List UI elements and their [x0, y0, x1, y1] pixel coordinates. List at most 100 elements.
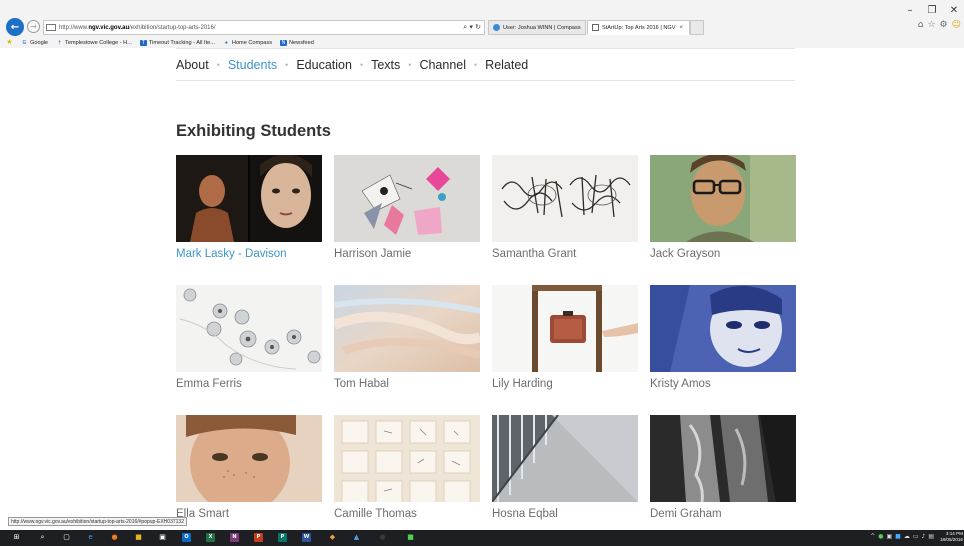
- favorites-star[interactable]: ★: [6, 39, 13, 46]
- student-card-camille-thomas[interactable]: Camille Thomas: [334, 415, 480, 520]
- restore-icon[interactable]: ❐: [926, 6, 938, 16]
- student-name[interactable]: Emma Ferris: [176, 378, 322, 390]
- favorite-google[interactable]: G Google: [21, 40, 49, 46]
- web-page: About • Students • Education • Texts • C…: [0, 48, 964, 530]
- address-search-refresh-icon[interactable]: ⌕ ▾ ↻: [463, 23, 481, 32]
- student-artwork-thumbnail[interactable]: [176, 415, 322, 502]
- nav-about[interactable]: About: [176, 58, 209, 72]
- student-name[interactable]: Tom Habal: [334, 378, 480, 390]
- favorites-star-icon: ★: [6, 39, 13, 46]
- student-artwork-thumbnail[interactable]: [492, 415, 638, 502]
- nav-related[interactable]: Related: [485, 58, 528, 72]
- firefox-icon[interactable]: ●: [110, 533, 119, 542]
- favorite-timeout[interactable]: T Timeout Tracking - All Ite...: [139, 40, 215, 46]
- student-name[interactable]: Harrison Jamie: [334, 248, 480, 260]
- nav-separator: •: [474, 60, 478, 70]
- minimize-icon[interactable]: –: [904, 6, 916, 16]
- student-artwork-thumbnail[interactable]: [334, 415, 480, 502]
- student-artwork-thumbnail[interactable]: [334, 155, 480, 242]
- app-icon[interactable]: ●: [378, 533, 387, 542]
- favorites-star-icon[interactable]: ☆: [927, 20, 935, 30]
- nav-education[interactable]: Education: [296, 58, 352, 72]
- student-card-demi-graham[interactable]: Demi Graham: [650, 415, 796, 520]
- back-button[interactable]: ←: [6, 18, 24, 36]
- task-view-icon[interactable]: ▢: [62, 533, 71, 542]
- close-window-icon[interactable]: ✕: [948, 6, 960, 16]
- favorite-home-compass[interactable]: ● Home Compass: [223, 40, 272, 46]
- favorite-newsfeed[interactable]: N Newsfeed: [280, 40, 314, 46]
- tab-compass[interactable]: User: Joshua WINN | Compass: [488, 20, 586, 35]
- new-tab-button[interactable]: [690, 20, 704, 35]
- outlook-icon[interactable]: O: [182, 533, 191, 542]
- student-artwork-thumbnail[interactable]: [334, 285, 480, 372]
- nav-channel[interactable]: Channel: [419, 58, 466, 72]
- word-icon[interactable]: W: [302, 533, 311, 542]
- tab-ngv[interactable]: StArtUp: Top Arts 2016 | NGV ×: [587, 20, 690, 35]
- tray-volume-icon[interactable]: ♪: [921, 533, 925, 540]
- student-name[interactable]: Hosna Eqbal: [492, 508, 638, 520]
- taskbar-clock[interactable]: 3:14 PM 18/05/2016: [940, 531, 963, 543]
- student-card-emma-ferris[interactable]: Emma Ferris: [176, 285, 322, 390]
- student-name[interactable]: Ella Smart: [176, 508, 322, 520]
- tray-app-icon[interactable]: ●: [878, 533, 883, 540]
- student-card-ella-smart[interactable]: Ella Smart: [176, 415, 322, 520]
- powerpoint-icon[interactable]: P: [254, 533, 263, 542]
- feedback-smiley-icon[interactable]: ☺: [952, 20, 961, 30]
- student-artwork-thumbnail[interactable]: [176, 155, 322, 242]
- student-name[interactable]: Demi Graham: [650, 508, 796, 520]
- tray-app-icon[interactable]: ▣: [886, 533, 892, 540]
- forward-button[interactable]: →: [27, 20, 40, 33]
- student-artwork-thumbnail[interactable]: [650, 155, 796, 242]
- store-icon[interactable]: ▣: [158, 533, 167, 542]
- student-name[interactable]: Samantha Grant: [492, 248, 638, 260]
- app-icon[interactable]: ■: [406, 533, 415, 542]
- student-artwork-thumbnail[interactable]: [650, 285, 796, 372]
- favorite-templestowe[interactable]: † Templestowe College - H...: [56, 40, 132, 46]
- settings-gear-icon[interactable]: ⚙: [940, 20, 948, 30]
- student-name[interactable]: Mark Lasky - Davison: [176, 248, 322, 260]
- student-card-mark-lasky-davison[interactable]: Mark Lasky - Davison: [176, 155, 322, 260]
- favorite-label: Newsfeed: [289, 40, 314, 46]
- search-icon[interactable]: ⌕: [38, 533, 47, 542]
- internet-explorer-icon[interactable]: e: [86, 533, 95, 542]
- nav-separator: •: [216, 60, 220, 70]
- student-card-tom-habal[interactable]: Tom Habal: [334, 285, 480, 390]
- newsfeed-icon: N: [280, 40, 288, 46]
- browser-chrome: – ❐ ✕ ← → http://www. ngv.vic.gov.au/exhi…: [0, 0, 964, 48]
- tray-network-icon[interactable]: ▭: [913, 533, 919, 540]
- tray-chevron-icon[interactable]: ^: [870, 533, 875, 540]
- student-card-hosna-eqbal[interactable]: Hosna Eqbal: [492, 415, 638, 520]
- student-name[interactable]: Lily Harding: [492, 378, 638, 390]
- student-artwork-thumbnail[interactable]: [492, 155, 638, 242]
- tab-label: StArtUp: Top Arts 2016 | NGV: [602, 24, 676, 31]
- tab-close-icon[interactable]: ×: [679, 25, 683, 31]
- address-bar[interactable]: http://www. ngv.vic.gov.au/exhibition/sta…: [43, 20, 485, 35]
- nav-divider-top: [176, 48, 795, 49]
- student-name[interactable]: Kristy Amos: [650, 378, 796, 390]
- student-card-jack-grayson[interactable]: Jack Grayson: [650, 155, 796, 260]
- onenote-icon[interactable]: N: [230, 533, 239, 542]
- file-explorer-icon[interactable]: ■: [134, 533, 143, 542]
- windows-start-icon[interactable]: ⊞: [12, 533, 21, 542]
- student-artwork-thumbnail[interactable]: [492, 285, 638, 372]
- clock-date: 18/05/2016: [940, 537, 963, 542]
- excel-icon[interactable]: X: [206, 533, 215, 542]
- student-artwork-thumbnail[interactable]: [650, 415, 796, 502]
- student-card-lily-harding[interactable]: Lily Harding: [492, 285, 638, 390]
- student-name[interactable]: Jack Grayson: [650, 248, 796, 260]
- nav-students[interactable]: Students: [228, 58, 277, 72]
- publisher-icon[interactable]: P: [278, 533, 287, 542]
- nav-texts[interactable]: Texts: [371, 58, 400, 72]
- student-card-samantha-grant[interactable]: Samantha Grant: [492, 155, 638, 260]
- student-name[interactable]: Camille Thomas: [334, 508, 480, 520]
- tray-cloud-icon[interactable]: ☁: [904, 533, 910, 540]
- student-artwork-thumbnail[interactable]: [176, 285, 322, 372]
- app-icon[interactable]: ◆: [328, 533, 337, 542]
- tray-app-icon[interactable]: ■: [895, 533, 901, 540]
- tray-notifications-icon[interactable]: ▤: [928, 533, 934, 540]
- student-card-harrison-jamie[interactable]: Harrison Jamie: [334, 155, 480, 260]
- home-icon[interactable]: ⌂: [918, 20, 924, 30]
- exhibition-nav: About • Students • Education • Texts • C…: [176, 58, 528, 72]
- app-icon[interactable]: ▲: [352, 533, 361, 542]
- student-card-kristy-amos[interactable]: Kristy Amos: [650, 285, 796, 390]
